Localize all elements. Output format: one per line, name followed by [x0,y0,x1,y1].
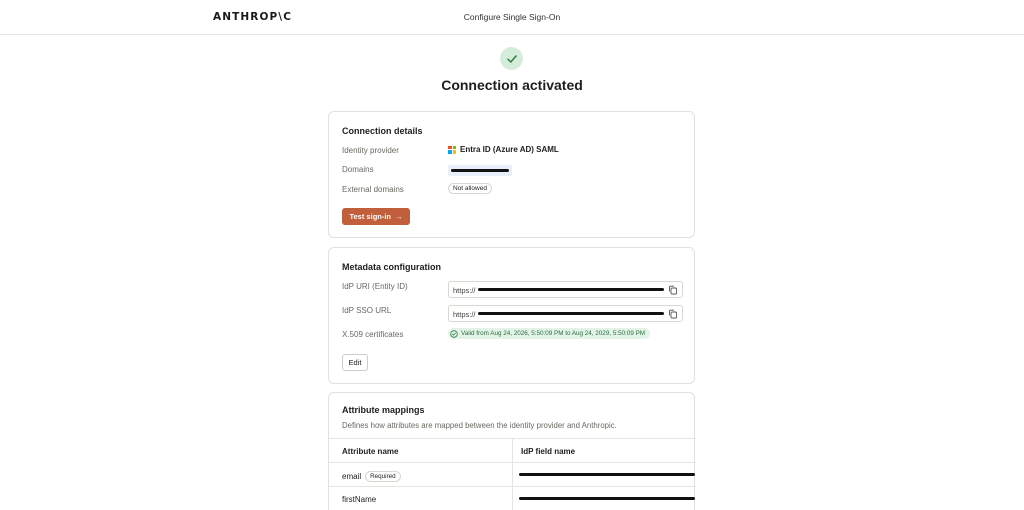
test-sign-in-button[interactable]: Test sign-in → [342,208,410,225]
certificate-validity: Valid from Aug 24, 2026, 5:50:09 PM to A… [461,330,646,337]
idp-field-cell [512,487,696,510]
idp-sso-url-label: IdP SSO URL [342,306,392,315]
test-sign-in-label: Test sign-in [349,212,392,221]
identity-provider-name: Entra ID (Azure AD) SAML [460,145,559,154]
required-badge: Required [365,471,401,482]
redacted-idp-field [519,497,695,500]
top-bar: ANTHROP\C Configure Single Sign-On [0,0,1024,35]
certificate-status-badge: Valid from Aug 24, 2026, 5:50:09 PM to A… [448,328,651,339]
copy-icon[interactable] [668,309,678,319]
connection-details-card: Connection details Identity provider Ent… [328,111,695,238]
metadata-configuration-card: Metadata configuration IdP URI (Entity I… [328,247,695,384]
redacted-idp-field [519,473,695,476]
identity-provider-label: Identity provider [342,146,399,155]
domain-chip [448,165,512,176]
idp-field-cell [512,463,696,486]
connection-details-title: Connection details [342,126,423,136]
redacted-idp-uri [478,288,664,291]
idp-uri-field[interactable]: https:// [448,281,683,298]
idp-sso-prefix: https:// [453,310,476,319]
domains-label: Domains [342,165,374,174]
microsoft-logo-icon [448,145,456,154]
attribute-name-cell: firstName [342,495,376,504]
redacted-domain [451,169,509,172]
attribute-mappings-title: Attribute mappings [342,405,425,415]
column-header-cell: IdP field name [512,439,696,462]
x509-certificates-label: X.509 certificates [342,330,404,339]
idp-sso-url-field[interactable]: https:// [448,305,683,322]
attribute-name-cell: email Required [342,471,401,482]
check-circle-icon [450,329,458,338]
check-icon [506,54,517,63]
column-header-idp-field-name: IdP field name [521,447,576,456]
redacted-idp-sso-url [478,312,664,315]
attribute-name: email [342,472,362,481]
external-domains-badge: Not allowed [448,183,492,194]
page-title: Configure Single Sign-On [463,12,561,22]
attribute-mappings-table: Attribute name IdP field name email Requ… [329,438,696,510]
metadata-configuration-title: Metadata configuration [342,262,442,272]
idp-uri-label: IdP URI (Entity ID) [342,282,408,291]
copy-icon[interactable] [668,285,678,295]
identity-provider-value: Entra ID (Azure AD) SAML [448,145,559,154]
attribute-mappings-card: Attribute mappings Defines how attribute… [328,392,696,510]
table-row: firstName [329,486,696,510]
success-check-icon [500,47,523,70]
attribute-mappings-description: Defines how attributes are mapped betwee… [342,421,617,430]
external-domains-label: External domains [342,185,404,194]
column-header-attribute-name: Attribute name [342,447,399,456]
idp-uri-prefix: https:// [453,286,476,295]
table-row: email Required [329,462,696,486]
status-heading: Connection activated [441,77,583,93]
arrow-right-icon: → [395,212,403,221]
table-header-row: Attribute name IdP field name [329,438,696,462]
attribute-name: firstName [342,495,377,504]
edit-button[interactable]: Edit [342,354,368,371]
